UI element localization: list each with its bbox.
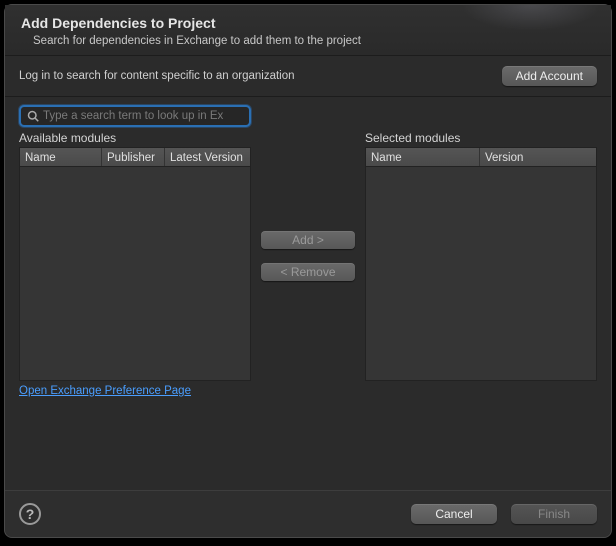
dialog-title: Add Dependencies to Project [21, 15, 595, 31]
add-dependencies-dialog: Add Dependencies to Project Search for d… [4, 4, 612, 538]
col-latest-version[interactable]: Latest Version [165, 148, 250, 166]
available-label: Available modules [19, 131, 251, 145]
org-bar: Log in to search for content specific to… [5, 56, 611, 97]
search-input[interactable] [43, 110, 243, 122]
help-icon[interactable]: ? [19, 503, 41, 525]
available-modules-pane: Available modules Name Publisher Latest … [19, 131, 251, 397]
selected-modules-pane: Selected modules Name Version [365, 131, 597, 381]
available-table-body[interactable] [19, 167, 251, 381]
search-field[interactable] [19, 105, 251, 127]
dialog-content: Available modules Name Publisher Latest … [5, 97, 611, 490]
selected-table-body[interactable] [365, 167, 597, 381]
finish-button[interactable]: Finish [511, 504, 597, 524]
remove-button[interactable]: < Remove [261, 263, 355, 281]
cancel-button[interactable]: Cancel [411, 504, 497, 524]
col-name[interactable]: Name [366, 148, 480, 166]
available-table-header: Name Publisher Latest Version [19, 147, 251, 167]
dialog-subtitle: Search for dependencies in Exchange to a… [33, 35, 595, 47]
dialog-header: Add Dependencies to Project Search for d… [5, 5, 611, 56]
col-name[interactable]: Name [20, 148, 102, 166]
col-publisher[interactable]: Publisher [102, 148, 165, 166]
transfer-controls: Add > < Remove [251, 131, 365, 281]
open-exchange-preference-link[interactable]: Open Exchange Preference Page [19, 385, 191, 397]
add-button[interactable]: Add > [261, 231, 355, 249]
org-login-text: Log in to search for content specific to… [19, 70, 295, 82]
search-icon [27, 110, 39, 122]
add-account-button[interactable]: Add Account [502, 66, 597, 86]
dialog-footer: ? Cancel Finish [5, 490, 611, 537]
selected-label: Selected modules [365, 131, 597, 145]
selected-table-header: Name Version [365, 147, 597, 167]
col-version[interactable]: Version [480, 148, 596, 166]
